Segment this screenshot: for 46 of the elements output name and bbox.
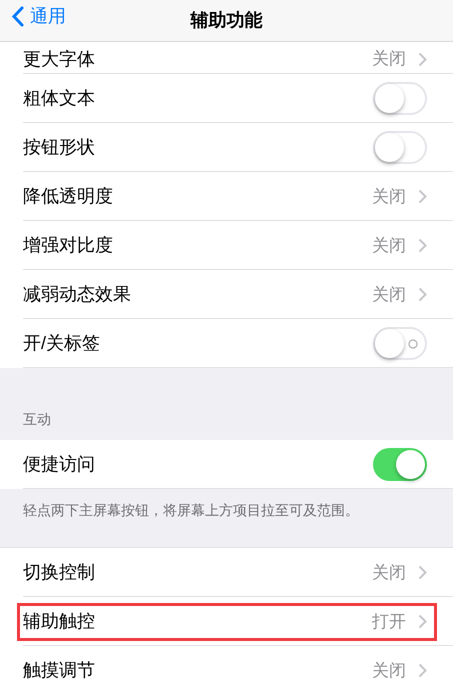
row-label: 减弱动态效果 [23,283,131,306]
row-label: 触摸调节 [23,659,95,682]
row-label: 开/关标签 [23,332,100,355]
row-label: 增强对比度 [23,234,113,257]
toggle-switch[interactable] [373,131,427,164]
settings-row[interactable]: 降低透明度 关闭 [0,172,453,221]
chevron-icon [418,565,427,580]
row-value: 打开 [372,610,406,633]
settings-row[interactable]: 辅助触控 打开 [0,597,453,646]
row-label: 降低透明度 [23,185,113,208]
chevron-icon [418,614,427,629]
row-value: 关闭 [372,48,406,70]
settings-row[interactable]: 粗体文本 [0,74,453,123]
off-label-icon [408,339,418,349]
row-label: 按钮形状 [23,136,95,159]
chevron-icon [418,189,427,204]
row-value: 关闭 [372,660,406,682]
row-label: 更大字体 [23,48,95,70]
chevron-icon [418,238,427,253]
chevron-icon [418,287,427,302]
toggle-switch[interactable] [373,327,427,360]
row-label: 切换控制 [23,561,95,584]
settings-row[interactable]: 开/关标签 [0,319,453,368]
row-label: 便捷访问 [23,453,95,476]
back-chevron-icon [12,6,24,27]
settings-row[interactable]: 切换控制 关闭 [0,548,453,597]
chevron-icon [418,52,427,66]
row-value: 关闭 [372,234,406,257]
row-label: 粗体文本 [23,87,95,110]
settings-row[interactable]: 按钮形状 [0,123,453,172]
section-footer: 轻点两下主屏幕按钮，将屏幕上方项目拉至可及范围。 [23,502,359,518]
settings-row[interactable]: 减弱动态效果 关闭 [0,270,453,319]
settings-row[interactable]: 更大字体 关闭 [0,42,453,74]
settings-row[interactable]: 便捷访问 [0,440,453,489]
settings-row[interactable]: 触摸调节 关闭 [0,646,453,687]
row-value: 关闭 [372,284,406,306]
row-label: 辅助触控 [23,610,95,633]
window-title: 辅助功能 [190,9,262,32]
row-value: 关闭 [372,186,406,208]
settings-row[interactable]: 增强对比度 关闭 [0,221,453,270]
toggle-switch[interactable] [373,82,427,115]
row-value: 关闭 [372,562,406,584]
section-header: 互动 [23,410,51,429]
back-button[interactable]: 通用 [12,3,66,30]
toggle-switch[interactable] [373,448,427,481]
chevron-icon [418,663,427,678]
